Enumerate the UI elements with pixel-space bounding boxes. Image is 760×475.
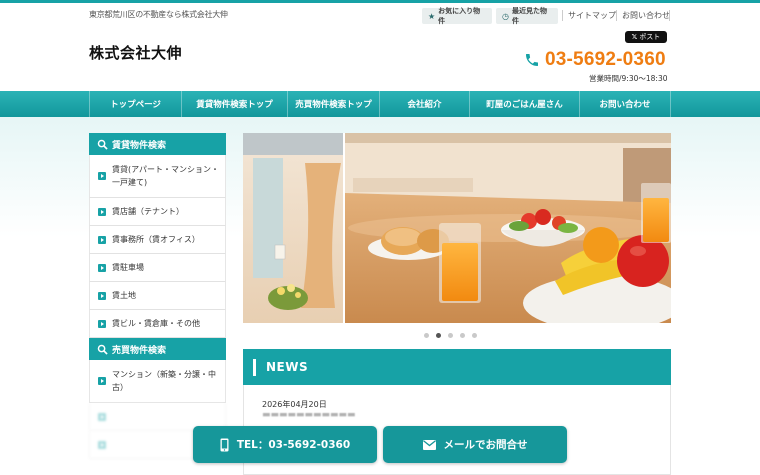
star-icon: ★ <box>428 11 436 21</box>
sidebar-item-label: 賃土地 <box>112 291 136 300</box>
search-icon <box>97 344 108 355</box>
news-item-title-obscured[interactable]: ▬▬▬▬▬▬▬▬▬▬▬ <box>262 410 356 420</box>
nav-item-restaurant[interactable]: 町屋のごはん屋さん <box>469 91 579 117</box>
phone-number: 03-5692-0360 <box>545 49 666 70</box>
news-section-header: NEWS <box>243 349 671 385</box>
recent-label: 最近見た物件 <box>511 7 547 25</box>
arrow-bullet-icon <box>98 440 106 449</box>
sidebar-item-rental-land[interactable]: 賃土地 <box>89 282 226 310</box>
mail-label: メールでお問合せ <box>443 439 528 451</box>
slider-dot[interactable] <box>436 333 441 338</box>
nav-item-contact[interactable]: お問い合わせ <box>579 91 671 117</box>
site-tagline: 東京都荒川区の不動産なら株式会社大伸 <box>89 10 228 19</box>
sidebar-item-label: 賃事務所（賃オフィス） <box>112 235 200 244</box>
header-divider <box>616 10 617 21</box>
nav-item-company[interactable]: 会社紹介 <box>379 91 469 117</box>
arrow-bullet-icon <box>98 291 106 300</box>
sidebar-item-label: 賃駐車場 <box>112 263 144 272</box>
mail-icon <box>422 439 436 450</box>
arrow-bullet-icon <box>98 207 106 216</box>
history-icon: ◷ <box>502 11 509 21</box>
sidebar-item-rental-store[interactable]: 賃店舗（テナント） <box>89 198 226 226</box>
arrow-bullet-icon <box>98 235 106 244</box>
top-accent-line <box>0 0 760 3</box>
sidebar-item-label: 賃貸(アパート・マンション・一戸建て) <box>112 165 219 187</box>
rental-search-heading: 賃貸物件検索 <box>89 133 226 155</box>
header-contact-link[interactable]: お問い合わせ <box>622 10 670 21</box>
arrow-bullet-icon <box>98 263 106 272</box>
news-date: 2026年04月20日 <box>262 400 327 409</box>
tel-label: TEL：03-5692-0360 <box>236 439 351 451</box>
search-icon <box>97 139 108 150</box>
sidebar-item-rental-parking[interactable]: 賃駐車場 <box>89 254 226 282</box>
hero-slider[interactable] <box>243 133 671 323</box>
x-post-button[interactable]: 𝕏 ポスト <box>625 31 667 43</box>
arrow-bullet-icon <box>98 319 106 328</box>
business-hours: 営業時間/9:30～18:30 <box>589 74 668 83</box>
slider-dot[interactable] <box>460 333 465 338</box>
header-divider <box>669 10 670 21</box>
sidebar-item-sale-mansion[interactable]: マンション（新築・分譲・中古） <box>89 360 226 403</box>
arrow-bullet-icon <box>98 172 106 180</box>
mobile-phone-icon <box>220 438 229 451</box>
arrow-bullet-icon <box>98 377 106 385</box>
nav-item-rental-search[interactable]: 賃貸物件検索トップ <box>181 91 287 117</box>
floating-tel-button[interactable]: TEL：03-5692-0360 <box>193 426 377 463</box>
floating-mail-button[interactable]: メールでお問合せ <box>383 426 567 463</box>
rental-search-title: 賃貸物件検索 <box>112 140 167 151</box>
post-label: ポスト <box>639 33 661 41</box>
sidebar-item-label: 賃ビル・賃倉庫・その他 <box>112 319 200 328</box>
recent-viewed-button[interactable]: ◷ 最近見た物件 <box>496 7 558 25</box>
sidebar: 賃貸物件検索 賃貸(アパート・マンション・一戸建て) 賃店舗（テナント） 賃事務… <box>89 133 226 459</box>
slider-dot[interactable] <box>424 333 429 338</box>
arrow-bullet-icon <box>98 412 106 421</box>
sidebar-item-label: マンション（新築・分譲・中古） <box>112 370 216 392</box>
slider-pagination <box>424 333 477 338</box>
header-divider <box>562 10 563 21</box>
nav-item-sale-search[interactable]: 売買物件検索トップ <box>287 91 379 117</box>
slider-dot[interactable] <box>472 333 477 338</box>
news-heading-bar <box>253 358 256 376</box>
breakfast-table-photo <box>243 133 671 323</box>
x-logo-icon: 𝕏 <box>631 33 638 41</box>
header-phone[interactable]: 03-5692-0360 <box>524 49 666 71</box>
global-nav: トップページ 賃貸物件検索トップ 売買物件検索トップ 会社紹介 町屋のごはん屋さ… <box>0 91 760 117</box>
favorites-label: お気に入り物件 <box>438 7 481 25</box>
phone-icon <box>526 54 538 66</box>
slider-dot[interactable] <box>448 333 453 338</box>
news-title: NEWS <box>266 360 309 374</box>
sitemap-link[interactable]: サイトマップ <box>568 10 616 21</box>
sale-search-heading: 売買物件検索 <box>89 338 226 360</box>
company-logo[interactable]: 株式会社大伸 <box>89 42 182 63</box>
sidebar-item-rental-residence[interactable]: 賃貸(アパート・マンション・一戸建て) <box>89 155 226 198</box>
sidebar-item-label: 賃店舗（テナント） <box>112 207 184 216</box>
favorites-button[interactable]: ★ お気に入り物件 <box>422 7 492 25</box>
sale-search-title: 売買物件検索 <box>112 345 167 356</box>
sidebar-item-rental-office[interactable]: 賃事務所（賃オフィス） <box>89 226 226 254</box>
sidebar-item-rental-building[interactable]: 賃ビル・賃倉庫・その他 <box>89 310 226 338</box>
nav-item-top[interactable]: トップページ <box>89 91 181 117</box>
